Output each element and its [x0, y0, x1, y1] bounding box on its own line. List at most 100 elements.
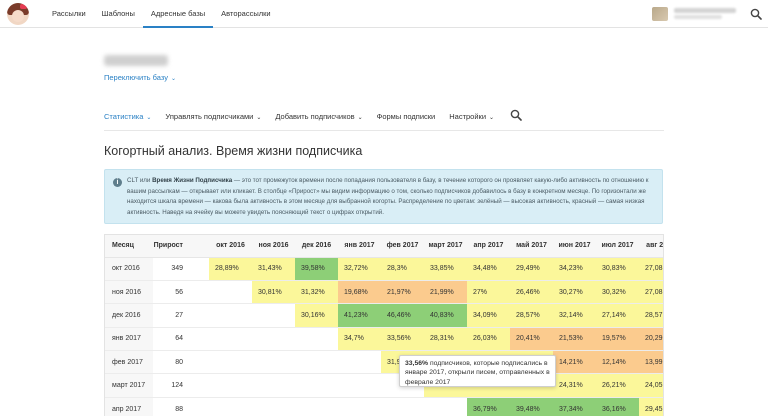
cohort-cell[interactable]: 32,72% — [338, 257, 381, 281]
sub-nav-label: Добавить подписчиков — [275, 111, 355, 121]
cohort-cell[interactable]: 28,57 — [639, 303, 663, 328]
cohort-cell[interactable]: 39,58% — [295, 257, 338, 281]
user-avatar[interactable] — [652, 7, 668, 21]
cohort-cell[interactable]: 34,48% — [467, 257, 510, 281]
cohort-cell[interactable]: 28,3% — [381, 257, 424, 281]
cohort-cell[interactable]: 30,16% — [295, 303, 338, 328]
cohort-cell[interactable]: 29,45 — [639, 397, 663, 416]
column-header-cohort: июн 2017 — [553, 235, 596, 258]
column-header-cohort: авг 2017 — [639, 235, 663, 258]
cohort-cell[interactable]: 34,23% — [553, 257, 596, 281]
info-text: CLT или Время Жизни Подписчика — это тот… — [127, 177, 649, 216]
cohort-cell[interactable]: 28,89% — [209, 257, 252, 281]
empty-cell — [381, 397, 424, 416]
cohort-cell[interactable]: 21,97% — [381, 280, 424, 305]
cohort-cell[interactable]: 46,46% — [381, 303, 424, 328]
cohort-cell[interactable]: 21,53% — [553, 327, 596, 352]
table-header-row: Месяц Прирост окт 2016 ноя 2016 дек 2016 янв … — [105, 235, 663, 258]
cohort-cell[interactable]: 19,57% — [596, 327, 639, 352]
row-month: фев 2017 — [105, 350, 153, 375]
cohort-cell[interactable]: 33,56% — [381, 327, 424, 352]
user-name-blurred[interactable] — [674, 8, 736, 13]
sub-nav-item[interactable]: Статистика ⌄ — [104, 112, 151, 121]
divider — [104, 130, 664, 131]
row-growth: 56 — [153, 280, 209, 305]
cohort-cell[interactable]: 26,03% — [467, 327, 510, 352]
empty-cell — [252, 303, 295, 328]
table-row: март 2017 124 24,31% 26,21% 24,05 — [105, 373, 663, 398]
cohort-cell[interactable]: 34,09% — [467, 303, 510, 328]
column-header-cohort: дек 2016 — [295, 235, 338, 258]
cohort-cell[interactable]: 28,31% — [424, 327, 467, 352]
cohort-cell[interactable]: 31,32% — [295, 280, 338, 305]
cohort-cell[interactable]: 20,29 — [639, 327, 663, 352]
row-month: апр 2017 — [105, 397, 153, 416]
cohort-cell[interactable]: 28,57% — [510, 303, 553, 328]
switch-base-link[interactable]: Переключить базу ⌄ — [104, 73, 176, 82]
cohort-cell[interactable]: 27% — [467, 280, 510, 305]
empty-cell — [338, 373, 381, 398]
cohort-cell[interactable]: 34,7% — [338, 327, 381, 352]
cohort-cell[interactable]: 31,43% — [252, 257, 295, 281]
search-icon[interactable] — [510, 109, 522, 121]
empty-cell — [424, 397, 467, 416]
top-nav-item[interactable]: Авторассылки — [213, 0, 278, 28]
cohort-cell[interactable]: 36,79% — [467, 397, 510, 416]
cohort-cell[interactable]: 14,21% — [553, 350, 596, 375]
empty-cell — [209, 373, 252, 398]
cohort-cell[interactable]: 20,41% — [510, 327, 553, 352]
cohort-cell[interactable]: 13,99 — [639, 350, 663, 375]
table-row: янв 2017 64 34,7% 33,56% 28,31% 26,03% 20,41% 2… — [105, 327, 663, 352]
sub-nav-label: Статистика — [104, 111, 144, 121]
cohort-cell[interactable]: 27,08 — [639, 280, 663, 305]
cohort-cell[interactable]: 37,34% — [553, 397, 596, 416]
cohort-cell[interactable]: 30,81% — [252, 280, 295, 305]
sub-nav-label: Управлять подписчиками — [165, 111, 254, 121]
row-growth: 349 — [153, 257, 209, 281]
top-nav-item[interactable]: Шаблоны — [94, 0, 143, 28]
cohort-cell[interactable]: 12,14% — [596, 350, 639, 375]
table-row: дек 2016 27 30,16% 41,23% 46,46% 40,83% 34,09%… — [105, 303, 663, 328]
column-header-cohort: март 2017 — [424, 235, 467, 258]
logo-avatar-icon[interactable] — [7, 3, 29, 25]
cohort-cell[interactable]: 40,83% — [424, 303, 467, 328]
top-nav-item[interactable]: Рассылки — [44, 0, 94, 28]
cohort-cell[interactable]: 39,48% — [510, 397, 553, 416]
user-email-blurred — [674, 15, 722, 19]
cohort-cell[interactable]: 41,23% — [338, 303, 381, 328]
cohort-cell[interactable]: 29,49% — [510, 257, 553, 281]
row-growth: 88 — [153, 397, 209, 416]
cohort-cell[interactable]: 30,83% — [596, 257, 639, 281]
empty-cell — [295, 327, 338, 352]
cohort-cell[interactable]: 26,21% — [596, 373, 639, 398]
empty-cell — [209, 303, 252, 328]
cohort-cell[interactable]: 24,05 — [639, 373, 663, 398]
column-header-cohort: ноя 2016 — [252, 235, 295, 258]
empty-cell — [252, 373, 295, 398]
cohort-cell[interactable]: 33,85% — [424, 257, 467, 281]
cohort-cell[interactable]: 19,68% — [338, 280, 381, 305]
cohort-cell[interactable]: 30,27% — [553, 280, 596, 305]
page-title: Когортный анализ. Время жизни подписчика — [104, 144, 363, 158]
row-month: дек 2016 — [105, 303, 153, 328]
column-header-cohort: фев 2017 — [381, 235, 424, 258]
address-base-name-blurred — [104, 55, 168, 66]
cohort-cell[interactable]: 26,46% — [510, 280, 553, 305]
cohort-cell[interactable]: 36,16% — [596, 397, 639, 416]
cohort-cell[interactable]: 27,14% — [596, 303, 639, 328]
sub-nav-item[interactable]: Добавить подписчиков ⌄ — [275, 112, 362, 121]
search-icon[interactable] — [750, 8, 762, 20]
cohort-cell[interactable]: 24,31% — [553, 373, 596, 398]
cohort-cell[interactable]: 32,14% — [553, 303, 596, 328]
cohort-table-container[interactable]: Месяц Прирост окт 2016 ноя 2016 дек 2016 янв … — [104, 234, 664, 416]
sub-nav-item[interactable]: Управлять подписчиками ⌄ — [165, 112, 261, 121]
sub-nav-item[interactable]: Настройки ⌄ — [449, 112, 494, 121]
sub-nav-item[interactable]: Формы подписки — [377, 112, 436, 121]
table-row: фев 2017 80 31,91 14,21% 12,14% 13,99 — [105, 350, 663, 375]
cohort-cell[interactable]: 21,99% — [424, 280, 467, 305]
cohort-cell[interactable]: 30,32% — [596, 280, 639, 305]
cohort-cell[interactable]: 27,08 — [639, 257, 663, 281]
cohort-table: Месяц Прирост окт 2016 ноя 2016 дек 2016 янв … — [105, 235, 663, 416]
top-nav-item[interactable]: Адресные базы — [143, 0, 213, 28]
empty-cell — [252, 327, 295, 352]
